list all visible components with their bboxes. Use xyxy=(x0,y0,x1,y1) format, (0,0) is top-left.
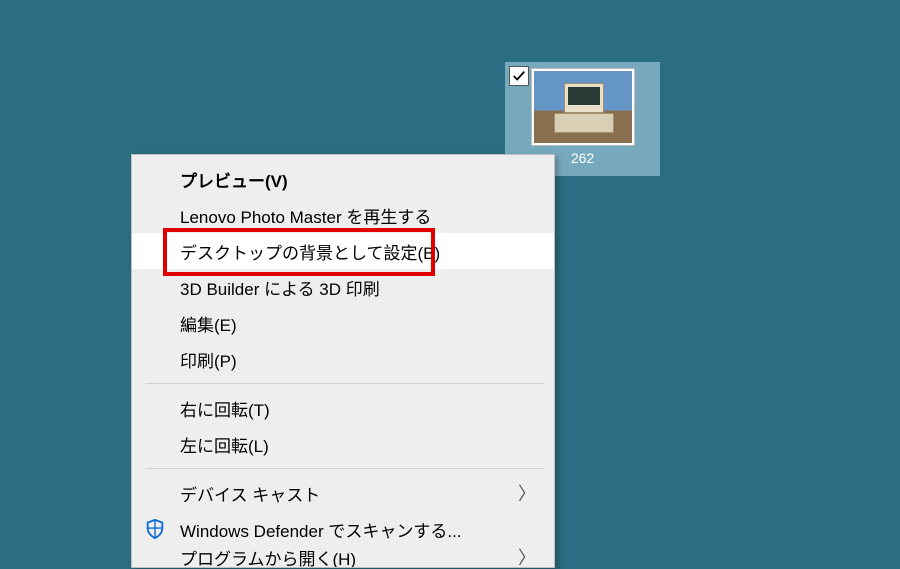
menu-item-label: デバイス キャスト xyxy=(180,481,320,506)
menu-separator xyxy=(146,468,544,469)
menu-item-label: プレビュー(V) xyxy=(180,167,288,192)
menu-item-label: 左に回転(L) xyxy=(180,432,269,457)
menu-item[interactable]: 右に回転(T) xyxy=(132,390,554,426)
menu-item[interactable]: デバイス キャスト 〉 xyxy=(132,475,554,511)
thumbnail xyxy=(531,68,635,146)
menu-item-label: 右に回転(T) xyxy=(180,396,270,421)
menu-item[interactable]: プログラムから開く(H) 〉 xyxy=(132,547,554,567)
menu-item-label: 印刷(P) xyxy=(180,347,237,372)
context-menu: プレビュー(V) Lenovo Photo Master を再生するデスクトップの… xyxy=(131,154,555,568)
menu-item[interactable]: 左に回転(L) xyxy=(132,426,554,462)
menu-item-label: デスクトップの背景として設定(B) xyxy=(180,239,440,264)
defender-icon xyxy=(144,518,166,540)
menu-item[interactable]: 印刷(P) xyxy=(132,341,554,377)
menu-item[interactable]: 編集(E) xyxy=(132,305,554,341)
menu-item-label: 編集(E) xyxy=(180,311,237,336)
menu-item-label: プログラムから開く(H) xyxy=(180,547,356,567)
menu-item[interactable]: デスクトップの背景として設定(B) xyxy=(132,233,554,269)
menu-item[interactable]: プレビュー(V) xyxy=(132,161,554,197)
chevron-right-icon: 〉 xyxy=(518,547,536,567)
menu-item-label: 3D Builder による 3D 印刷 xyxy=(180,275,380,300)
menu-item-label: Windows Defender でスキャンする... xyxy=(180,517,462,542)
menu-item[interactable]: Windows Defender でスキャンする... xyxy=(132,511,554,547)
checkbox-icon[interactable] xyxy=(509,66,529,86)
menu-item[interactable]: Lenovo Photo Master を再生する xyxy=(132,197,554,233)
menu-separator xyxy=(146,383,544,384)
chevron-right-icon: 〉 xyxy=(518,480,536,506)
icon-label: 262 xyxy=(571,150,594,166)
menu-item-label: Lenovo Photo Master を再生する xyxy=(180,203,431,228)
menu-item[interactable]: 3D Builder による 3D 印刷 xyxy=(132,269,554,305)
